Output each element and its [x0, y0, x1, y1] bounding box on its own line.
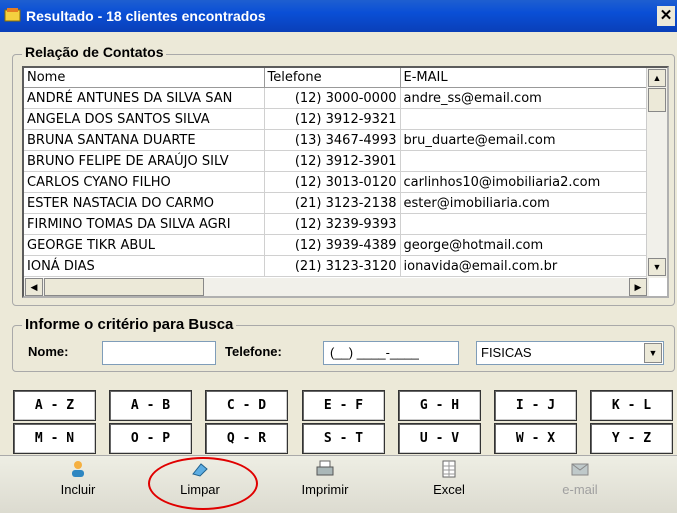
- bottom-toolbar: Incluir Limpar Imprimir Excel e-mail: [0, 455, 677, 513]
- alphabet-button[interactable]: A - B: [109, 390, 192, 421]
- vertical-scrollbar[interactable]: ▲ ▼: [646, 68, 667, 278]
- alphabet-button[interactable]: O - P: [109, 423, 192, 454]
- cell-nome: ESTER NASTACIA DO CARMO: [24, 192, 265, 214]
- nome-input[interactable]: [102, 341, 216, 365]
- alphabet-button[interactable]: Q - R: [205, 423, 288, 454]
- tipo-selected-value: FISICAS: [481, 345, 532, 360]
- limpar-label: Limpar: [180, 482, 220, 497]
- contacts-legend: Relação de Contatos: [22, 44, 167, 60]
- horizontal-scrollbar[interactable]: ◀ ▶: [24, 278, 649, 296]
- excel-button[interactable]: Excel: [409, 458, 489, 506]
- alphabet-button[interactable]: M - N: [13, 423, 96, 454]
- search-legend: Informe o critério para Busca: [22, 316, 237, 333]
- telefone-label: Telefone:: [225, 344, 282, 359]
- horizontal-scroll-thumb[interactable]: [44, 278, 204, 296]
- cell-email: bru_duarte@email.com: [400, 129, 649, 151]
- cell-nome: ANGELA DOS SANTOS SILVA: [24, 108, 265, 130]
- cell-telefone: (12) 3013-0120: [264, 171, 401, 193]
- close-icon: ✕: [659, 7, 673, 24]
- excel-label: Excel: [433, 482, 465, 497]
- eraser-icon: [190, 460, 210, 478]
- cell-email: [400, 150, 649, 172]
- alphabet-button[interactable]: A - Z: [13, 390, 96, 421]
- column-header-email[interactable]: E-MAIL: [400, 68, 649, 88]
- scroll-down-button[interactable]: ▼: [648, 258, 666, 276]
- cell-nome: ANDRÉ ANTUNES DA SILVA SAN: [24, 87, 265, 109]
- cell-email: george@hotmail.com: [400, 234, 649, 256]
- cell-telefone: (21) 3123-3120: [264, 255, 401, 277]
- email-button[interactable]: e-mail: [540, 458, 620, 506]
- imprimir-label: Imprimir: [301, 482, 349, 497]
- table-row[interactable]: BRUNO FELIPE DE ARAÚJO SILV (12) 3912-390…: [24, 150, 649, 172]
- cell-email: [400, 108, 649, 130]
- user-add-icon: [68, 460, 88, 478]
- table-row[interactable]: ANGELA DOS SANTOS SILVA (12) 3912-9321: [24, 108, 649, 130]
- spreadsheet-icon: [439, 460, 459, 478]
- cell-telefone: (12) 3239-9393: [264, 213, 401, 235]
- alphabet-button[interactable]: S - T: [302, 423, 385, 454]
- limpar-button[interactable]: Limpar: [160, 458, 240, 506]
- alphabet-button[interactable]: G - H: [398, 390, 481, 421]
- cell-email: ionavida@email.com.br: [400, 255, 649, 277]
- dropdown-arrow-icon[interactable]: ▼: [644, 343, 662, 363]
- cell-telefone: (12) 3912-9321: [264, 108, 401, 130]
- cell-email: ester@imobiliaria.com: [400, 192, 649, 214]
- cell-telefone: (13) 3467-4993: [264, 129, 401, 151]
- tipo-select[interactable]: FISICAS ▼: [476, 341, 664, 365]
- table-row[interactable]: ANDRÉ ANTUNES DA SILVA SAN (12) 3000-0000…: [24, 87, 649, 109]
- table-row[interactable]: BRUNA SANTANA DUARTE (13) 3467-4993 bru_du…: [24, 129, 649, 151]
- cell-telefone: (12) 3000-0000: [264, 87, 401, 109]
- printer-icon: [315, 460, 335, 478]
- window-title: Resultado - 18 clientes encontrados: [26, 8, 266, 24]
- alphabet-button[interactable]: W - X: [494, 423, 577, 454]
- telefone-input[interactable]: (__) ____-____: [323, 341, 459, 365]
- column-header-nome[interactable]: Nome: [24, 68, 265, 88]
- nome-label: Nome:: [28, 344, 69, 359]
- cell-nome: BRUNO FELIPE DE ARAÚJO SILV: [24, 150, 265, 172]
- scroll-up-button[interactable]: ▲: [648, 69, 666, 87]
- alphabet-button[interactable]: C - D: [205, 390, 288, 421]
- title-bar: Resultado - 18 clientes encontrados ✕: [0, 0, 677, 32]
- alphabet-button[interactable]: Y - Z: [590, 423, 673, 454]
- contacts-table: Nome Telefone E-MAIL ANDRÉ ANTUNES DA SI…: [24, 68, 649, 277]
- imprimir-button[interactable]: Imprimir: [285, 458, 365, 506]
- table-row[interactable]: ESTER NASTACIA DO CARMO (21) 3123-2138 est…: [24, 192, 649, 214]
- table-row[interactable]: CARLOS CYANO FILHO (12) 3013-0120 carlinho…: [24, 171, 649, 193]
- cell-telefone: (12) 3912-3901: [264, 150, 401, 172]
- scroll-right-button[interactable]: ▶: [629, 278, 647, 296]
- contacts-book-icon: [4, 8, 21, 22]
- cell-nome: CARLOS CYANO FILHO: [24, 171, 265, 193]
- table-header-row: Nome Telefone E-MAIL: [24, 68, 649, 88]
- alphabet-button[interactable]: E - F: [302, 390, 385, 421]
- scroll-left-button[interactable]: ◀: [25, 278, 43, 296]
- alphabet-button[interactable]: K - L: [590, 390, 673, 421]
- alphabet-button[interactable]: U - V: [398, 423, 481, 454]
- column-header-telefone[interactable]: Telefone: [264, 68, 401, 88]
- cell-nome: GEORGE TIKR ABUL: [24, 234, 265, 256]
- table-row[interactable]: IONÁ DIAS (21) 3123-3120 ionavida@email.co…: [24, 255, 649, 277]
- email-label: e-mail: [562, 482, 598, 497]
- cell-nome: FIRMINO TOMAS DA SILVA AGRI: [24, 213, 265, 235]
- cell-email: carlinhos10@imobiliaria2.com: [400, 171, 649, 193]
- close-button[interactable]: ✕: [657, 6, 675, 26]
- table-row[interactable]: FIRMINO TOMAS DA SILVA AGRI (12) 3239-939…: [24, 213, 649, 235]
- cell-nome: BRUNA SANTANA DUARTE: [24, 129, 265, 151]
- telefone-mask: (__) ____-____: [330, 345, 419, 360]
- cell-email: [400, 213, 649, 235]
- mail-icon: [570, 460, 590, 478]
- cell-email: andre_ss@email.com: [400, 87, 649, 109]
- incluir-label: Incluir: [60, 482, 96, 497]
- cell-telefone: (21) 3123-2138: [264, 192, 401, 214]
- scroll-thumb[interactable]: [648, 88, 666, 112]
- cell-telefone: (12) 3939-4389: [264, 234, 401, 256]
- alphabet-button[interactable]: I - J: [494, 390, 577, 421]
- incluir-button[interactable]: Incluir: [38, 458, 118, 506]
- cell-nome: IONÁ DIAS: [24, 255, 265, 277]
- contacts-grid[interactable]: Nome Telefone E-MAIL ANDRÉ ANTUNES DA SI…: [22, 66, 669, 298]
- table-row[interactable]: GEORGE TIKR ABUL (12) 3939-4389 george@hot…: [24, 234, 649, 256]
